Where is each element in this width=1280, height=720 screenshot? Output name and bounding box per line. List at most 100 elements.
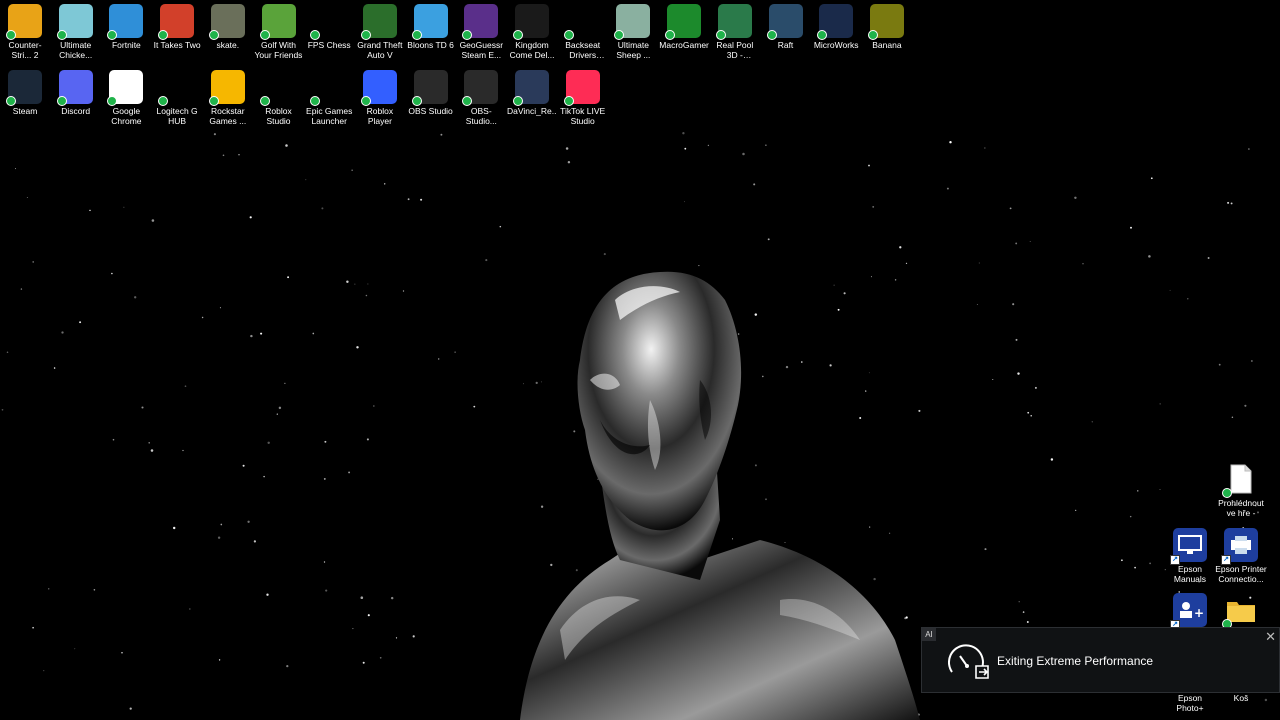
- desktop-icon-label: Banana: [872, 40, 902, 50]
- microworks-icon: [817, 4, 854, 40]
- epson-printer-icon: ↗: [1221, 528, 1258, 565]
- desktop-icon-epson-printer[interactable]: ↗ Epson Printer Connectio...: [1215, 528, 1267, 584]
- desktop-icon-label: MicroWorks: [813, 40, 859, 50]
- desktop-icon-label: Prohlédnout ve hře -: [1218, 498, 1264, 518]
- desktop-icon-label: Steam: [12, 106, 38, 116]
- desktop-icon[interactable]: Raft: [761, 4, 811, 50]
- chicken-horse-icon: [56, 4, 93, 40]
- desktop-icon[interactable]: Logitech G HUB: [152, 70, 202, 126]
- desktop-icon-label: Real Pool 3D - Poolians: [716, 40, 754, 60]
- shortcut-arrow-icon: ↗: [1221, 555, 1231, 565]
- desktop-icon[interactable]: MacroGamer: [659, 4, 709, 50]
- desktop-icon[interactable]: TikTok LIVE Studio: [558, 70, 608, 126]
- desktop-icon[interactable]: DaVinci_Re...: [507, 70, 557, 116]
- desktop-icon[interactable]: Ultimate Chicke...: [51, 4, 101, 60]
- file-icon: [1222, 462, 1258, 498]
- sync-status-icon: [56, 30, 67, 40]
- desktop-icon[interactable]: Ultimate Sheep ...: [608, 4, 658, 60]
- desktop-icon[interactable]: Rockstar Games ...: [203, 70, 253, 126]
- desktop-icon-label: GeoGuessr Steam E...: [459, 40, 504, 60]
- desktop-icon[interactable]: skate.: [203, 4, 253, 50]
- desktop-icon[interactable]: Steam: [0, 70, 50, 116]
- sync-status-icon: [259, 96, 270, 106]
- desktop-icon[interactable]: Fortnite: [101, 4, 151, 50]
- sync-status-icon: [6, 96, 16, 106]
- sync-status-icon: [462, 30, 473, 40]
- desktop-icon[interactable]: Counter-Stri... 2: [0, 4, 50, 60]
- desktop-icon[interactable]: Backseat Drivers Demo: [558, 4, 608, 60]
- desktop-icon[interactable]: It Takes Two: [152, 4, 202, 50]
- desktop-icon[interactable]: Roblox Studio: [254, 70, 304, 126]
- sync-status-icon: [1222, 488, 1232, 498]
- sync-status-icon: [360, 30, 371, 40]
- desktop-icon[interactable]: Kingdom Come Del...: [507, 4, 557, 60]
- desktop-icon-label: Ultimate Sheep ...: [616, 40, 651, 60]
- desktop-icon-label: OBS-Studio...: [465, 106, 497, 126]
- discord-icon: [56, 70, 93, 106]
- recycle-bin-icon: [1222, 593, 1258, 629]
- desktop-icon[interactable]: OBS-Studio...: [456, 70, 506, 126]
- desktop-icon-label: Epic Games Launcher: [306, 106, 353, 126]
- fps-chess-icon: [310, 4, 347, 40]
- davinci-icon: [513, 70, 549, 106]
- steam-icon: [6, 70, 42, 106]
- desktop-icon[interactable]: Golf With Your Friends: [254, 4, 304, 60]
- sync-status-icon: [766, 30, 777, 40]
- logitech-icon: [158, 70, 195, 106]
- desktop-icon-label: It Takes Two: [153, 40, 201, 50]
- sync-status-icon: [360, 96, 371, 106]
- desktop-icon-label: Google Chrome: [111, 106, 142, 126]
- desktop-icon-label: Backseat Drivers Demo: [565, 40, 601, 60]
- it-takes-two-icon: [158, 4, 195, 40]
- desktop-icon[interactable]: Epic Games Launcher: [304, 70, 354, 126]
- rockstar-icon: [208, 70, 245, 106]
- desktop-icon[interactable]: GeoGuessr Steam E...: [456, 4, 506, 60]
- sync-status-icon: [513, 96, 523, 106]
- desktop-icon-prohlednout[interactable]: Prohlédnout ve hře -: [1216, 462, 1266, 518]
- obs-icon: [411, 70, 448, 106]
- desktop-icon-label: Raft: [777, 40, 794, 50]
- desktop-icon[interactable]: FPS Chess: [304, 4, 354, 50]
- sync-status-icon: [56, 96, 67, 106]
- desktop-icon[interactable]: MicroWorks: [811, 4, 861, 50]
- sync-status-icon: [158, 30, 169, 40]
- desktop-icon[interactable]: Banana: [862, 4, 912, 50]
- desktop-icon-label: skate.: [216, 40, 240, 50]
- desktop-icon[interactable]: Grand Theft Auto V: [355, 4, 405, 60]
- desktop-icon-label: OBS Studio: [408, 106, 453, 116]
- chrome-icon: [107, 70, 144, 106]
- desktop-icon-label: Kingdom Come Del...: [509, 40, 555, 60]
- epson-photo-icon: + ↗: [1170, 593, 1207, 630]
- desktop-icon[interactable]: Discord: [51, 70, 101, 116]
- pool-icon: [715, 4, 752, 40]
- performance-notification[interactable]: AI ✕ Exiting Extreme Performance: [921, 627, 1280, 693]
- desktop-icon-label: Grand Theft Auto V: [357, 40, 403, 60]
- sync-status-icon: [411, 30, 422, 40]
- sync-status-icon: [208, 96, 219, 106]
- desktop-icon-label: Rockstar Games ...: [209, 106, 247, 126]
- desktop-icon-label: TikTok LIVE Studio: [560, 106, 606, 126]
- desktop-icon[interactable]: OBS Studio: [406, 70, 456, 116]
- desktop-icon-label: Golf With Your Friends: [254, 40, 303, 60]
- sync-status-icon: [462, 96, 473, 106]
- sync-status-icon: [158, 96, 169, 106]
- car-icon: [563, 4, 600, 40]
- shortcut-arrow-icon: ↗: [1170, 555, 1180, 565]
- tiktok-icon: [563, 70, 600, 106]
- banana-icon: [867, 4, 904, 40]
- sync-status-icon: [817, 30, 828, 40]
- epson-manuals-icon: ↗: [1170, 528, 1207, 565]
- sync-status-icon: [563, 96, 574, 106]
- desktop-icon-label: Fortnite: [111, 40, 141, 50]
- ai-badge: AI: [922, 628, 936, 641]
- desktop-icon-epson-manuals[interactable]: ↗ Epson Manuals: [1165, 528, 1215, 584]
- sync-status-icon: [208, 30, 219, 40]
- desktop-icon[interactable]: Real Pool 3D - Poolians: [710, 4, 760, 60]
- sync-status-icon: [6, 30, 16, 40]
- desktop-icon[interactable]: Bloons TD 6: [406, 4, 456, 50]
- desktop-icon[interactable]: Roblox Player: [355, 70, 405, 126]
- epic-games-icon: [310, 70, 347, 106]
- desktop-icon[interactable]: Google Chrome: [101, 70, 151, 126]
- close-icon[interactable]: ✕: [1265, 629, 1276, 645]
- desktop-icon-label: FPS Chess: [307, 40, 351, 50]
